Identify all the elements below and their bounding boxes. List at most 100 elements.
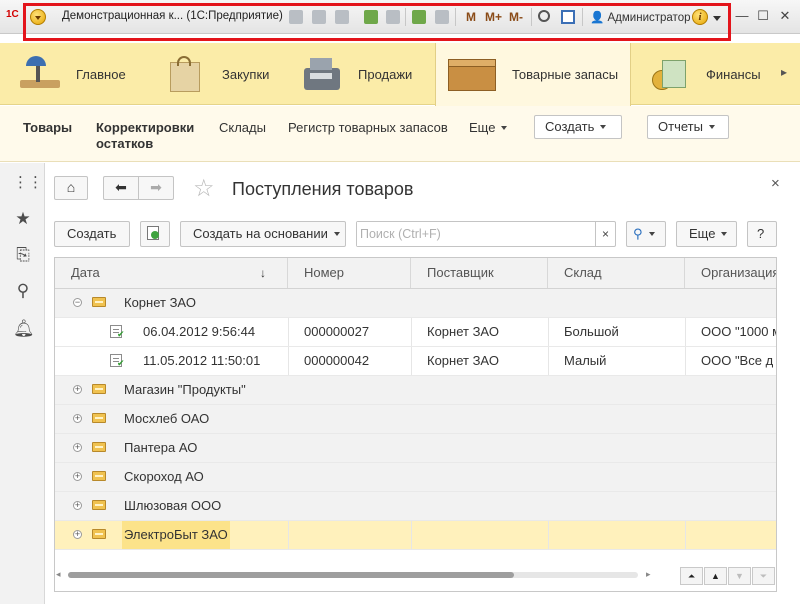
close-window-button[interactable]: ✕ <box>778 9 792 23</box>
expand-icon[interactable]: + <box>73 530 82 539</box>
sort-down-icon[interactable]: ↓ <box>260 258 266 288</box>
arrow-left-icon: ⬅ <box>115 179 127 195</box>
reports-button[interactable]: Отчеты <box>647 115 729 139</box>
calculator-icon[interactable] <box>412 10 426 24</box>
send-icon[interactable] <box>386 10 400 24</box>
command-warehouses[interactable]: Склады <box>219 120 266 135</box>
chevron-down-icon <box>600 125 607 129</box>
print-icon[interactable] <box>312 10 326 24</box>
panels-icon[interactable] <box>561 10 575 24</box>
search-field[interactable]: × <box>356 221 616 247</box>
more-label: Еще <box>469 120 496 135</box>
commands-more-button[interactable]: Еще <box>469 120 508 135</box>
table-row[interactable]: 06.04.2012 9:56:44 000000027 Корнет ЗАО … <box>55 318 777 347</box>
section-sales[interactable]: Продажи <box>300 43 430 105</box>
more-button[interactable]: Еще <box>676 221 737 247</box>
scroll-left-icon[interactable]: ◂ <box>56 569 61 580</box>
table-row[interactable]: 11.05.2012 11:50:01 000000042 Корнет ЗАО… <box>55 347 776 376</box>
attach-icon[interactable] <box>364 10 378 24</box>
column-divider <box>288 347 289 375</box>
page-up-button[interactable]: ▲ <box>704 567 727 585</box>
expand-icon[interactable]: + <box>73 501 82 510</box>
chevron-down-icon <box>648 232 655 236</box>
folder-icon <box>92 384 106 394</box>
table-row[interactable]: + Скороход АО <box>55 463 776 492</box>
documents-table[interactable]: Дата ↓ Номер Поставщик Склад Организация… <box>54 257 777 592</box>
posted-document-icon <box>110 325 125 340</box>
create-based-on-button[interactable]: Создать на основании <box>180 221 346 247</box>
command-adjustments[interactable]: Корректировки остатков <box>96 120 194 152</box>
user-name: Администратор <box>607 12 691 24</box>
go-to-last-button[interactable]: ⏷ <box>752 567 775 585</box>
section-finance[interactable]: Финансы <box>648 43 780 105</box>
create-button[interactable]: Создать <box>54 221 130 247</box>
command-stock-register[interactable]: Регистр товарных запасов <box>288 120 448 135</box>
save-icon[interactable] <box>289 10 303 24</box>
info-icon[interactable]: i <box>692 9 708 25</box>
cell-organization: ООО "1000 м <box>701 324 777 339</box>
expand-icon[interactable]: + <box>73 414 82 423</box>
column-header-organization[interactable]: Организация <box>685 258 776 288</box>
back-button[interactable]: ⬅ <box>103 176 139 200</box>
table-row[interactable]: + Мосхлеб ОАО <box>55 405 776 434</box>
zoom-icon[interactable] <box>538 10 550 22</box>
horizontal-scrollbar[interactable]: ◂ ▸ <box>54 568 664 582</box>
close-form-button[interactable]: × <box>771 175 780 192</box>
favorite-star-icon[interactable]: ☆ <box>193 174 215 203</box>
chevron-right-icon[interactable]: ▸ <box>781 65 787 79</box>
column-header-warehouse[interactable]: Склад <box>548 258 685 288</box>
command-label: остатков <box>96 136 154 151</box>
commands-create-button[interactable]: Создать <box>534 115 622 139</box>
forward-button[interactable]: ➡ <box>138 176 174 200</box>
search-options-button[interactable]: ⚲ <box>626 221 666 247</box>
section-inventory[interactable]: Товарные запасы <box>435 43 631 106</box>
scrollbar-thumb[interactable] <box>68 572 514 578</box>
table-row[interactable]: + Магазин "Продукты" <box>55 376 776 405</box>
maximize-button[interactable]: ☐ <box>756 9 770 23</box>
table-row[interactable]: − Корнет ЗАО <box>55 289 776 318</box>
create-based-label: Создать на основании <box>193 226 328 241</box>
favorites-star-icon[interactable]: ★ <box>13 209 33 229</box>
cell-date: 11.05.2012 11:50:01 <box>143 353 261 368</box>
search-clear-button[interactable]: × <box>595 222 615 246</box>
group-name: Мосхлеб ОАО <box>124 411 210 426</box>
memory-plus-button[interactable]: M+ <box>485 10 502 24</box>
copy-button[interactable] <box>140 221 170 247</box>
preview-icon[interactable] <box>335 10 349 24</box>
expand-icon[interactable]: + <box>73 472 82 481</box>
notifications-bell-icon[interactable]: 🔔︎ <box>13 319 35 339</box>
group-name: Пантера АО <box>124 440 198 455</box>
column-header-supplier[interactable]: Поставщик <box>411 258 548 288</box>
memory-button[interactable]: M <box>466 10 476 24</box>
current-user[interactable]: 👤 Администратор <box>590 10 691 24</box>
search-input[interactable] <box>357 222 593 246</box>
table-row[interactable]: + Пантера АО <box>55 434 776 463</box>
memory-minus-button[interactable]: M- <box>509 10 523 24</box>
history-icon[interactable]: ⎘ <box>13 245 33 265</box>
collapse-icon[interactable]: − <box>73 298 82 307</box>
page-title: Поступления товаров <box>232 179 414 199</box>
expand-icon[interactable]: + <box>73 443 82 452</box>
section-purchases[interactable]: Закупки <box>164 43 294 105</box>
scroll-right-icon[interactable]: ▸ <box>646 569 651 580</box>
column-header-number[interactable]: Номер <box>288 258 411 288</box>
page-down-button[interactable]: ▼ <box>728 567 751 585</box>
grid-menu-icon[interactable]: ⋮⋮⋮ <box>13 173 58 193</box>
minimize-button[interactable]: — <box>735 9 749 23</box>
window-title: Демонстрационная к... (1С:Предприятие) <box>62 10 283 22</box>
home-button[interactable]: ⌂ <box>54 176 88 200</box>
expand-icon[interactable]: + <box>73 385 82 394</box>
table-row[interactable]: + Шлюзовая ООО <box>55 492 776 521</box>
separator <box>455 8 456 26</box>
search-icon[interactable]: ⚲ <box>13 281 33 301</box>
help-button[interactable]: ? <box>747 221 777 247</box>
column-header-date[interactable]: Дата <box>55 258 288 288</box>
go-to-first-button[interactable]: ⏶ <box>680 567 703 585</box>
main-menu-button[interactable] <box>30 9 46 25</box>
table-row-selected[interactable]: + ЭлектроБыт ЗАО <box>55 521 776 550</box>
section-main[interactable]: Главное <box>18 43 158 105</box>
calendar-icon[interactable] <box>435 10 449 24</box>
shopping-bag-icon <box>164 54 208 94</box>
command-products[interactable]: Товары <box>23 120 72 135</box>
chevron-down-icon[interactable] <box>713 16 721 21</box>
